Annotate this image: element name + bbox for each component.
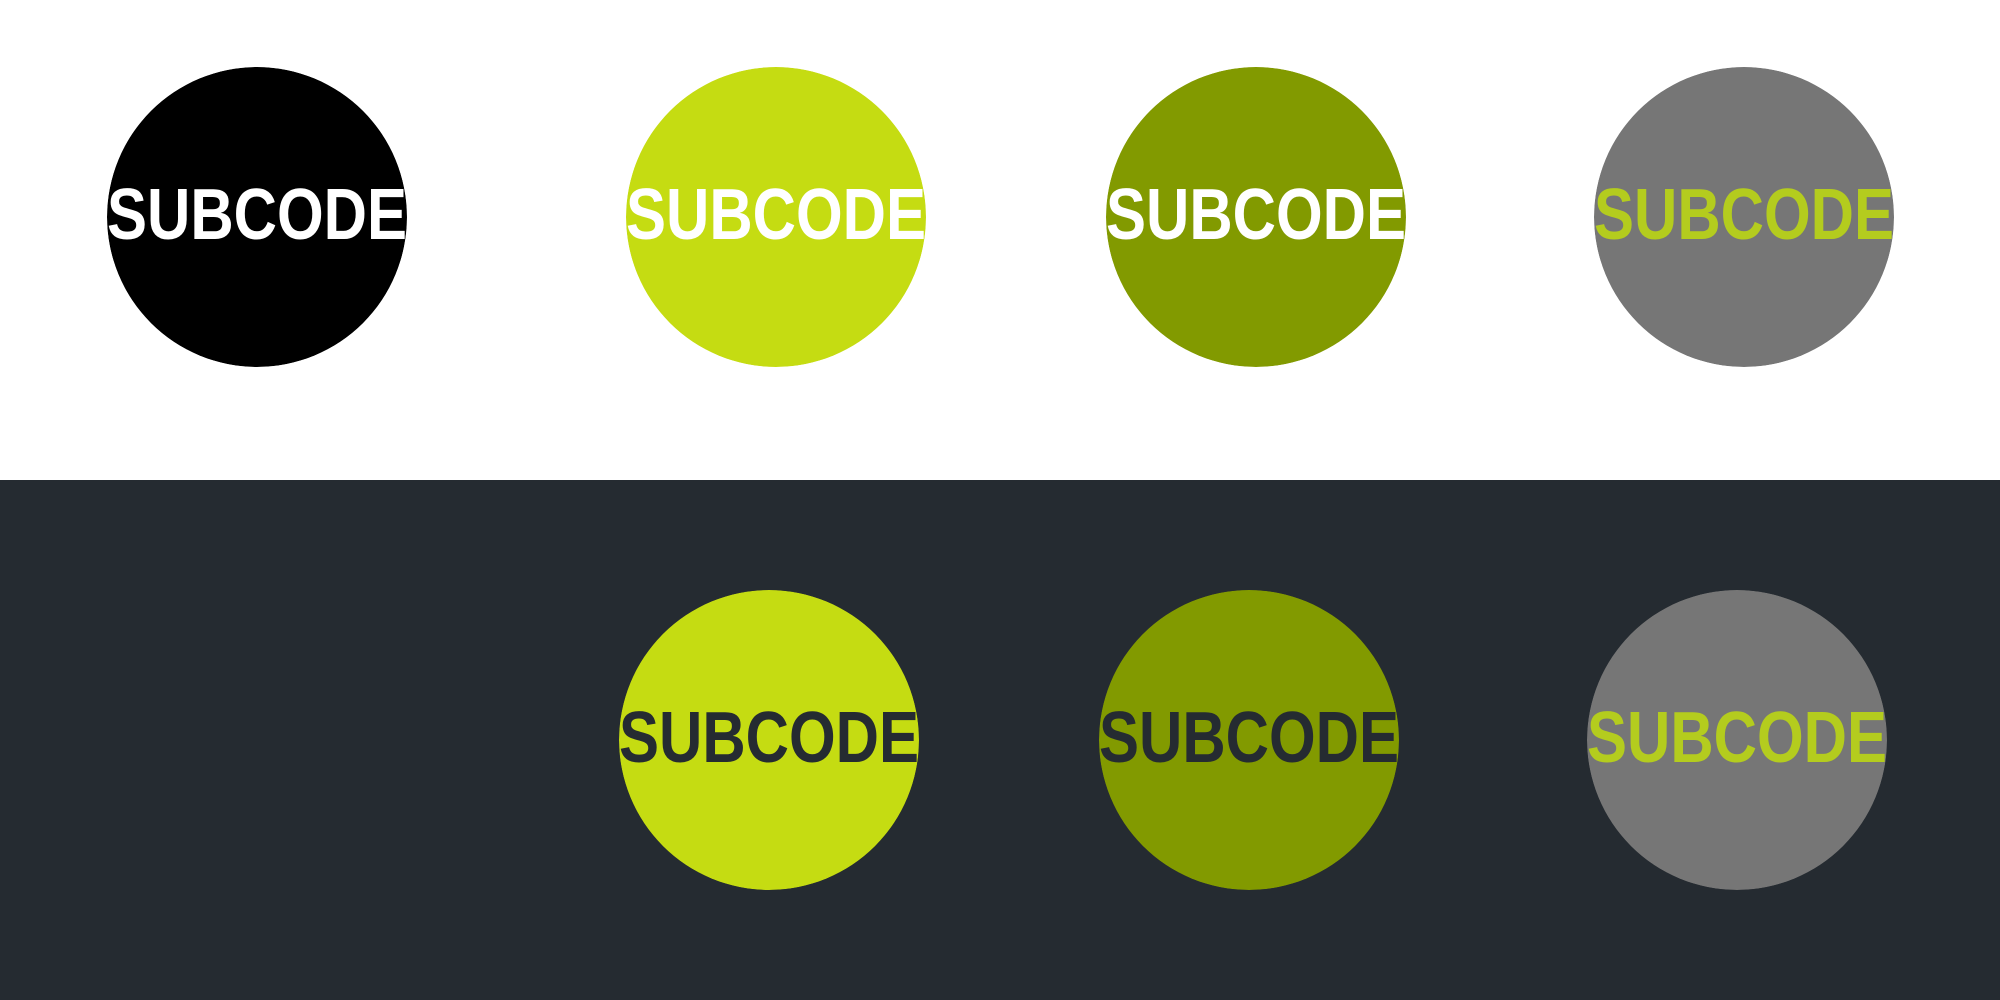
logo-badge-lime: SUBCODE	[626, 67, 926, 367]
logo-badge-olive: SUBCODE	[1106, 67, 1406, 367]
logo-wordmark: SUBCODE	[1587, 698, 1887, 778]
logo-badge-grey: SUBCODE	[1594, 67, 1894, 367]
logo-badge-lime-dark: SUBCODE	[619, 590, 919, 890]
logo-wordmark: SUBCODE	[107, 175, 407, 255]
logo-badge-grey-dark: SUBCODE	[1587, 590, 1887, 890]
logo-wordmark: SUBCODE	[1106, 175, 1406, 255]
logo-wordmark: SUBCODE	[1099, 698, 1399, 778]
logo-wordmark: SUBCODE	[626, 175, 926, 255]
logo-wordmark: SUBCODE	[619, 698, 919, 778]
logo-wordmark: SUBCODE	[1594, 175, 1894, 255]
logo-badge-black: SUBCODE	[107, 67, 407, 367]
logo-badge-olive-dark: SUBCODE	[1099, 590, 1399, 890]
